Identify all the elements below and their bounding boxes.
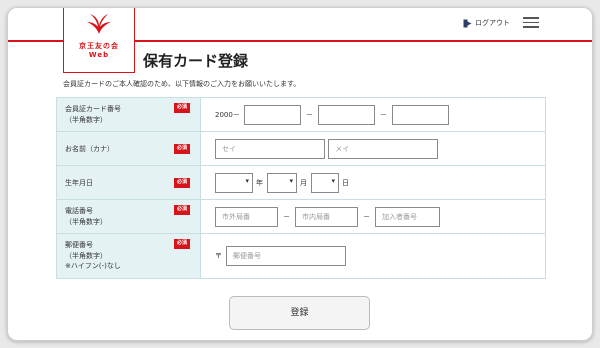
logout-link[interactable]: ログアウト (463, 18, 510, 28)
card-number-separator: － (379, 110, 387, 119)
brand-sub: Web (88, 51, 110, 59)
card-number-label-cell: 会員証カード番号 （半角数字） 必須 (56, 97, 201, 132)
phone-separator: － (283, 212, 290, 221)
birth-label-cell: 生年月日 必須 (56, 165, 201, 200)
postal-label-cell: 郵便番号 （半角数字） ※ハイフン(-)なし 必須 (56, 233, 201, 279)
required-badge: 必須 (173, 144, 190, 154)
card-number-field-1[interactable] (243, 104, 301, 125)
name-label-cell: お名前（カナ） 必須 (56, 131, 201, 166)
postal-note: ※ハイフン(-)なし (65, 262, 121, 270)
postal-value-cell: 〒郵便番号 (200, 233, 546, 279)
card-number-field-2[interactable] (317, 104, 375, 125)
postal-sublabel: （半角数字） (65, 251, 107, 260)
required-badge: 必須 (173, 103, 190, 113)
birth-month-select[interactable] (267, 172, 297, 193)
required-badge: 必須 (173, 178, 190, 188)
postal-label: 郵便番号 (65, 241, 93, 249)
phone-sublabel: （半角数字） (65, 217, 107, 226)
name-value-cell: セイ メイ (200, 131, 546, 166)
birth-month-unit: 月 (300, 178, 307, 187)
phone-label: 電話番号 (65, 207, 93, 215)
phone-label-cell: 電話番号 （半角数字） 必須 (56, 199, 201, 234)
card-number-label: 会員証カード番号 (65, 105, 121, 113)
logout-label: ログアウト (475, 19, 510, 27)
phone-value-cell: 市外局番 － 市内局番 － 加入者番号 (200, 199, 546, 234)
phone-subscriber-input[interactable]: 加入者番号 (375, 206, 440, 227)
birth-year-select[interactable] (215, 172, 253, 193)
logout-icon (463, 19, 472, 27)
card-number-separator: － (305, 110, 313, 119)
row-phone: 電話番号 （半角数字） 必須 市外局番 － 市内局番 － 加入者番号 (56, 199, 546, 234)
card-number-value-cell: 2000－ － － (200, 97, 546, 132)
birth-label: 生年月日 (65, 179, 93, 187)
card-number-sublabel: （半角数字） (65, 115, 107, 124)
postal-code-input[interactable]: 郵便番号 (226, 245, 346, 266)
page-title: 保有カード登録 (143, 52, 249, 70)
hamburger-menu-icon[interactable] (523, 17, 539, 28)
brand-name: 京王友の会 (79, 41, 119, 50)
phone-area-code-input[interactable]: 市外局番 (215, 206, 278, 227)
browser-frame: 京王友の会 Web ログアウト 保有カード登録 会員証カードのご本人確認のため、… (7, 7, 593, 341)
required-badge: 必須 (173, 239, 190, 249)
birth-year-unit: 年 (256, 178, 263, 187)
card-number-field-3[interactable] (391, 104, 449, 125)
birth-day-select[interactable] (311, 172, 339, 193)
birth-day-unit: 日 (342, 178, 349, 187)
registration-form: 会員証カード番号 （半角数字） 必須 2000－ － － お名前（カナ） 必須 セイ… (56, 97, 546, 279)
brand-logo[interactable]: 京王友の会 Web (63, 8, 135, 73)
row-birth: 生年月日 必須 年 月 日 (56, 165, 546, 200)
name-sei-input[interactable]: セイ (215, 138, 325, 159)
row-card-number: 会員証カード番号 （半角数字） 必須 2000－ － － (56, 97, 546, 132)
intro-text: 会員証カードのご本人確認のため、以下情報のご入力をお願いいたします。 (63, 80, 301, 88)
name-label: お名前（カナ） (65, 145, 114, 153)
birth-value-cell: 年月日 (200, 165, 546, 200)
bird-icon (87, 14, 111, 34)
name-mei-input[interactable]: メイ (328, 138, 439, 159)
phone-local-code-input[interactable]: 市内局番 (295, 206, 358, 227)
phone-separator: － (363, 212, 370, 221)
row-name: お名前（カナ） 必須 セイ メイ (56, 131, 546, 166)
row-postal: 郵便番号 （半角数字） ※ハイフン(-)なし 必須 〒郵便番号 (56, 233, 546, 279)
register-button[interactable]: 登録 (229, 296, 370, 330)
postal-prefix: 〒 (215, 251, 222, 260)
card-number-prefix: 2000－ (215, 110, 240, 119)
required-badge: 必須 (173, 205, 190, 215)
